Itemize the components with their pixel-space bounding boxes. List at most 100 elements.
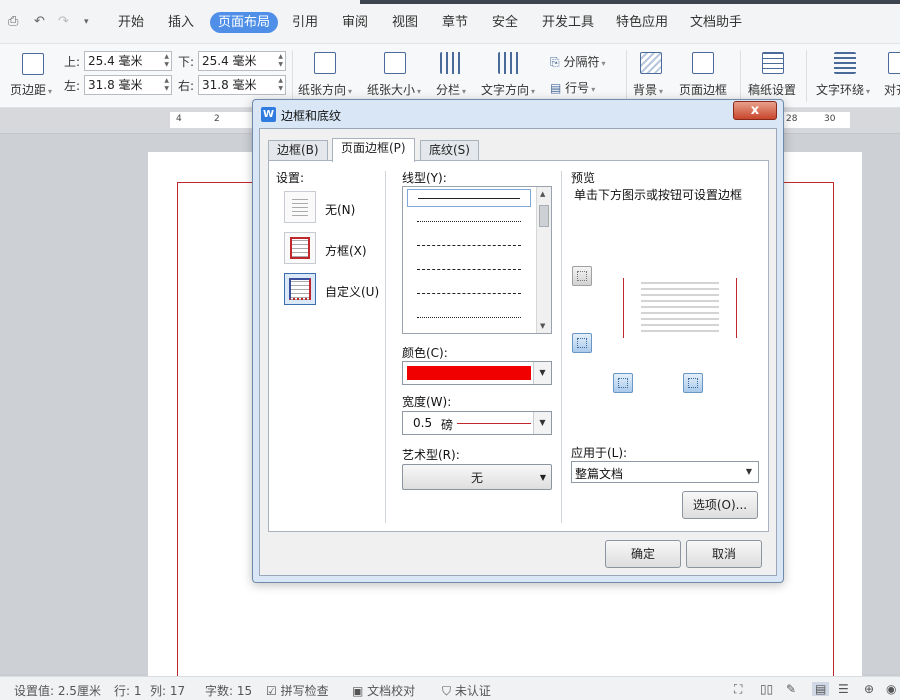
- tab-special-apps[interactable]: 特色应用: [608, 12, 676, 33]
- dialog-body: 边框(B) 页面边框(P) 底纹(S) 设置: 无(N) 方框(X) 自定义(U…: [259, 128, 777, 576]
- page-border-button[interactable]: 页面边框: [679, 81, 727, 98]
- width-label: 宽度(W):: [402, 395, 452, 409]
- margins-button[interactable]: 页边距 ▾: [10, 81, 52, 98]
- preview-left-border: [623, 278, 624, 338]
- tab-developer[interactable]: 开发工具: [534, 12, 602, 33]
- tab-review[interactable]: 审阅: [334, 12, 376, 33]
- color-select[interactable]: ▼: [402, 361, 552, 385]
- bottom-border-toggle[interactable]: [613, 373, 633, 393]
- tab-page-border[interactable]: 页面边框(P): [332, 138, 415, 162]
- print-preview-icon[interactable]: ⎙: [8, 14, 18, 29]
- setting-none-icon[interactable]: [284, 191, 316, 223]
- eye-protection-icon[interactable]: ◉: [886, 682, 896, 696]
- ok-button[interactable]: 确定: [605, 540, 681, 568]
- scroll-down-icon[interactable]: ▼: [540, 322, 545, 330]
- wps-writer-icon: W: [261, 107, 276, 122]
- dialog-titlebar[interactable]: W 边框和底纹 x: [253, 100, 783, 128]
- tab-chapter[interactable]: 章节: [434, 12, 476, 33]
- ruler-tick-label: 30: [824, 114, 836, 124]
- text-wrap-icon[interactable]: [834, 52, 856, 74]
- ruler-tick-label: 28: [786, 114, 798, 124]
- tab-references[interactable]: 引用: [284, 12, 326, 33]
- line-style-dash-dot[interactable]: [407, 285, 531, 303]
- web-view-icon[interactable]: ⊕: [864, 682, 874, 696]
- borders-shading-dialog: W 边框和底纹 x 边框(B) 页面边框(P) 底纹(S) 设置: 无(N) 方…: [252, 99, 784, 583]
- spell-check-button[interactable]: ☑ 拼写检查: [266, 682, 329, 699]
- status-word-count[interactable]: 字数: 15: [205, 682, 252, 699]
- fullscreen-icon[interactable]: ⛶: [734, 682, 742, 697]
- ruler-tick-label: 4: [176, 114, 182, 124]
- certification-status[interactable]: ⛉ 未认证: [442, 682, 491, 699]
- background-button[interactable]: 背景 ▾: [633, 81, 663, 98]
- setting-none-option[interactable]: 无(N): [325, 201, 355, 218]
- margins-icon[interactable]: [22, 53, 44, 75]
- tab-security[interactable]: 安全: [484, 12, 526, 33]
- apply-to-select[interactable]: 整篇文档 ▼: [571, 461, 759, 483]
- outline-view-icon[interactable]: ☰: [838, 682, 849, 696]
- paper-size-icon[interactable]: [384, 52, 406, 74]
- art-select[interactable]: 无 ▼: [402, 464, 552, 490]
- columns-icon[interactable]: [440, 52, 462, 74]
- line-style-list[interactable]: ▲ ▼: [402, 186, 552, 334]
- orientation-button[interactable]: 纸张方向 ▾: [298, 81, 352, 98]
- options-button[interactable]: 选项(O)...: [682, 491, 758, 519]
- line-style-scrollbar[interactable]: ▲ ▼: [536, 187, 551, 333]
- right-margin-input[interactable]: 31.8 毫米 ▲ ▼: [198, 75, 286, 95]
- chevron-down-icon[interactable]: ▼: [533, 412, 551, 434]
- chevron-down-icon[interactable]: ▼: [533, 362, 551, 384]
- scroll-up-icon[interactable]: ▲: [540, 190, 545, 198]
- redo-icon[interactable]: ↷: [58, 14, 69, 29]
- chevron-down-icon[interactable]: ▼: [740, 462, 758, 482]
- setting-box-icon[interactable]: [284, 232, 316, 264]
- tab-start[interactable]: 开始: [110, 12, 152, 33]
- text-wrap-button[interactable]: 文字环绕 ▾: [816, 81, 870, 98]
- align-icon[interactable]: [888, 52, 900, 74]
- bottom-margin-input[interactable]: 25.4 毫米 ▲ ▼: [198, 51, 286, 71]
- tab-shading[interactable]: 底纹(S): [420, 140, 479, 161]
- tab-doc-assistant[interactable]: 文档助手: [682, 12, 750, 33]
- columns-button[interactable]: 分栏 ▾: [436, 81, 466, 98]
- left-border-toggle[interactable]: [572, 333, 592, 353]
- line-number-button[interactable]: ▤ 行号 ▾: [550, 79, 595, 96]
- scroll-thumb[interactable]: [539, 205, 549, 227]
- doc-proof-button[interactable]: ▣ 文档校对: [352, 682, 415, 699]
- line-style-dashed[interactable]: [407, 261, 531, 279]
- background-icon[interactable]: [640, 52, 662, 74]
- edit-mode-icon[interactable]: ✎: [786, 682, 796, 696]
- tab-insert[interactable]: 插入: [160, 12, 202, 33]
- page-border-icon[interactable]: [692, 52, 714, 74]
- manuscript-button[interactable]: 稿纸设置: [748, 81, 796, 98]
- line-style-dash-dot-dot[interactable]: [407, 309, 531, 327]
- separator-button[interactable]: ⎘ 分隔符 ▾: [550, 53, 605, 70]
- menu-bar: ⎙ ↶ ↷ ▾ 开始 插入 页面布局 引用 审阅 视图 章节 安全 开发工具 特…: [0, 0, 900, 44]
- cancel-button[interactable]: 取消: [686, 540, 762, 568]
- setting-custom-icon[interactable]: [284, 273, 316, 305]
- setting-box-option[interactable]: 方框(X): [325, 242, 367, 259]
- top-margin-input[interactable]: 25.4 毫米 ▲ ▼: [84, 51, 172, 71]
- line-style-dashed-small[interactable]: [407, 237, 531, 255]
- line-style-solid[interactable]: [407, 189, 531, 207]
- top-border-toggle[interactable]: [572, 266, 592, 286]
- orientation-icon[interactable]: [314, 52, 336, 74]
- tab-page-layout[interactable]: 页面布局: [210, 12, 279, 33]
- left-margin-input[interactable]: 31.8 毫米 ▲ ▼: [84, 75, 172, 95]
- right-border-toggle[interactable]: [683, 373, 703, 393]
- width-select[interactable]: 0.5 磅 ▼: [402, 411, 552, 435]
- customize-dropdown-icon[interactable]: ▾: [84, 17, 89, 27]
- line-style-dotted[interactable]: [407, 213, 531, 231]
- reading-mode-icon[interactable]: ▯▯: [760, 682, 773, 696]
- paper-size-button[interactable]: 纸张大小 ▾: [367, 81, 421, 98]
- setting-custom-option[interactable]: 自定义(U): [325, 283, 379, 300]
- text-direction-icon[interactable]: [498, 52, 520, 74]
- undo-icon[interactable]: ↶: [34, 14, 45, 29]
- page-view-icon[interactable]: ▤: [812, 682, 830, 696]
- settings-label: 设置:: [276, 171, 305, 185]
- manuscript-icon[interactable]: [762, 52, 784, 74]
- tab-borders[interactable]: 边框(B): [268, 140, 328, 161]
- text-direction-button[interactable]: 文字方向 ▾: [481, 81, 535, 98]
- tab-view[interactable]: 视图: [384, 12, 426, 33]
- panel-divider: [385, 171, 386, 523]
- page-border-left: [177, 182, 178, 682]
- align-button[interactable]: 对齐: [884, 81, 900, 98]
- close-button[interactable]: x: [733, 101, 777, 120]
